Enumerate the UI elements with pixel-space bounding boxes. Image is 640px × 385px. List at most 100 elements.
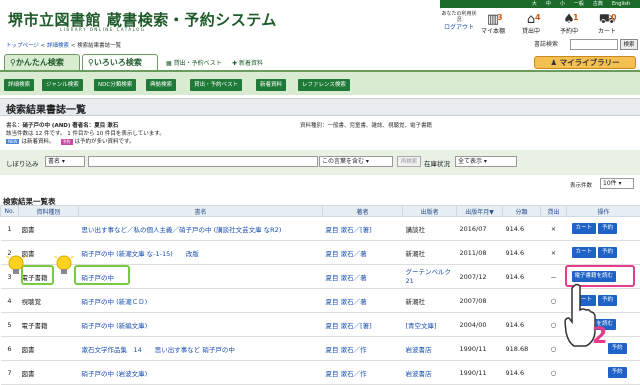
publisher-link[interactable]: [青空文庫] [403, 313, 457, 337]
my-library-button[interactable]: ♟ マイライブラリー [534, 56, 636, 69]
col-ops: 操作 [567, 206, 640, 217]
authority-search-button[interactable]: 典拠検索 [146, 79, 176, 91]
col-title[interactable]: 書名 [79, 206, 323, 217]
table-row: 2 図書 硝子戸の中 (新潮文庫 な-1-15) 改版 夏目 漱石／著 新潮社 … [1, 241, 640, 265]
book-title-link[interactable]: 思い出す事など／私の個人主義／硝子戸の中 (講談社文芸文庫 なR2) [79, 217, 323, 241]
table-row: 4 視聴覚 硝子戸の中 (新潮ＣＤ) 夏目 漱石／著 新潮社 2007/08 ○… [1, 289, 640, 313]
font-small-link[interactable]: 小 [560, 0, 565, 8]
col-avail: 貸出 [541, 206, 567, 217]
col-class[interactable]: 分類 [503, 206, 541, 217]
table-header: No. 資料種別 書名 著者 出版者 出版年月▼ 分類 貸出 操作 [1, 206, 640, 217]
page-title: 検索結果書誌一覧 [6, 101, 86, 116]
reserve-badge: 予約 [61, 139, 73, 145]
my-shelf-button[interactable]: ▥3 マイ本棚 [478, 13, 508, 35]
reserve-button[interactable]: 予約 [598, 295, 617, 306]
filter-input[interactable] [88, 156, 318, 167]
filter-field-select[interactable]: 書名 ▾ [45, 156, 85, 167]
author-link[interactable]: 夏目 漱石／[著] [323, 217, 403, 241]
title-bar [0, 98, 640, 116]
author-link[interactable]: 夏目 漱石／著 [323, 289, 403, 313]
font-medium-link[interactable]: 中 [546, 0, 551, 8]
per-page-select[interactable]: 10件 ▾ [600, 178, 634, 189]
book-title-link[interactable]: 硝子戸の中 (新潮文庫 な-1-15) 改版 [79, 241, 323, 265]
general-link[interactable]: 一般 [574, 0, 584, 8]
user-status-label: あなたの利用状況 [441, 11, 476, 23]
book-title-link[interactable]: 硝子戸の中 (新潮ＣＤ) [79, 289, 323, 313]
title-highlight [74, 265, 130, 285]
lightbulb-icon [52, 252, 76, 278]
book-icon: ▦ [166, 60, 172, 67]
publisher-link[interactable]: グーテンベルク21 [403, 265, 457, 289]
breadcrumb-detail[interactable]: 詳細検索 [47, 43, 69, 49]
user-icon: ♟ [550, 58, 557, 67]
author-link[interactable]: 夏目 漱石／作 [323, 361, 403, 385]
stock-label: 在庫状況 [424, 158, 450, 168]
logout-link[interactable]: ログアウト [440, 25, 478, 31]
publisher-link[interactable]: 岩波書店 [403, 361, 457, 385]
col-publisher[interactable]: 出版者 [403, 206, 457, 217]
cart-add-button[interactable]: カート [572, 247, 597, 258]
author-link[interactable]: 夏目 漱石／著 [323, 241, 403, 265]
new-badge: NEW [6, 139, 19, 144]
lightbulb-icon [4, 252, 28, 278]
table-row: 6 図書 漱石文学作品集 14 思い出す事など 硝子戸の中 夏目 漱石／作 岩波… [1, 337, 640, 361]
cart-icon: ⛟ [592, 13, 622, 26]
reserved-icon: ♠ [554, 13, 584, 26]
detail-search-button[interactable]: 詳細検索 [4, 79, 34, 91]
my-shelf-icon: ▥ [478, 13, 508, 26]
author-link[interactable]: 夏目 漱石／作 [323, 337, 403, 361]
best-button[interactable]: 貸出・予約ベスト [190, 79, 242, 91]
col-type[interactable]: 資料種別 [19, 206, 79, 217]
logo-subtitle: LIBRARY ONLINE CATALOG [60, 27, 146, 32]
header: 大 中 小 一般 古典 English 堺市立図書館 蔵書検索・予約システム L… [0, 0, 640, 38]
reserve-button[interactable]: 予約 [608, 343, 627, 354]
reserve-button[interactable]: 予約 [598, 247, 617, 258]
publisher-link[interactable]: 岩波書店 [403, 337, 457, 361]
cart-button[interactable]: ⛟0 カート [592, 13, 622, 35]
tab-various-search[interactable]: ⚲いろいろ検索 [82, 54, 158, 70]
table-row: 7 図書 硝子戸の中 (岩波文庫) 夏目 漱石／作 岩波書店 1990/11 9… [1, 361, 640, 385]
quick-search-button[interactable]: 検索 [620, 39, 638, 50]
tab-best[interactable]: ▦ 貸出・予約ベスト [166, 58, 222, 67]
tab-simple-search[interactable]: ⚲かんたん検索 [4, 54, 80, 70]
reserved-button[interactable]: ♠1 予約中 [554, 13, 584, 35]
per-page-label: 表示件数 [570, 181, 592, 189]
stock-select[interactable]: 全て表示 ▾ [455, 156, 517, 167]
reserve-button[interactable]: 予約 [598, 223, 617, 234]
cart-add-button[interactable]: カート [572, 223, 597, 234]
quick-search-input[interactable] [570, 39, 618, 50]
author-link[interactable]: 夏目 漱石／著 [323, 265, 403, 289]
reference-search-button[interactable]: レファレンス検索 [298, 79, 350, 91]
quick-search-label: 書誌検索 [534, 39, 558, 48]
step-number: 2 [592, 324, 607, 349]
book-title-link[interactable]: 硝子戸の中 (新編文庫) [79, 313, 323, 337]
author-link[interactable]: 夏目 漱石／[著] [323, 313, 403, 337]
match-select[interactable]: この言葉を含む ▾ [319, 156, 393, 167]
user-status: あなたの利用状況 ログアウト [440, 11, 478, 31]
classic-link[interactable]: 古典 [593, 0, 603, 8]
filter-label: しぼり込み [6, 158, 39, 168]
new-materials-button[interactable]: 新着資料 [256, 79, 286, 91]
refine-button[interactable]: 再検索 [397, 156, 421, 167]
borrowed-icon: ⌂ [516, 13, 546, 26]
search-conditions: 書名：硝子戸の中 (AND) 著者名：夏目 漱石 [6, 121, 118, 129]
book-title-link[interactable]: 硝子戸の中 (岩波文庫) [79, 361, 323, 385]
ndc-search-button[interactable]: NDC分類検索 [94, 79, 136, 91]
breadcrumb-home[interactable]: トップページ [6, 43, 39, 49]
borrowed-button[interactable]: ⌂4 貸出中 [516, 13, 546, 35]
col-date[interactable]: 出版年月▼ [457, 206, 503, 217]
genre-search-button[interactable]: ジャンル検索 [42, 79, 83, 91]
new-icon: ✚ [232, 60, 237, 67]
tab-new[interactable]: ✚ 新着資料 [232, 58, 263, 67]
material-types: 資料種別：一般書、児童書、雑誌、視聴覚、電子書籍 [300, 121, 432, 129]
col-author[interactable]: 著者 [323, 206, 403, 217]
legend: NEWは新着資料。予約は予約が多い資料です。 [6, 137, 134, 145]
reserve-button[interactable]: 予約 [608, 367, 627, 378]
breadcrumb-current: 検索結果書誌一覧 [77, 43, 121, 49]
font-large-link[interactable]: 大 [532, 0, 537, 8]
book-title-link[interactable]: 漱石文学作品集 14 思い出す事など 硝子戸の中 [79, 337, 323, 361]
english-link[interactable]: English [612, 0, 630, 8]
table-row: 5 電子書籍 硝子戸の中 (新編文庫) 夏目 漱石／[著] [青空文庫] 200… [1, 313, 640, 337]
result-count: 該当件数は 12 件です。 1 件目から 10 件目を表示しています。 [6, 129, 165, 137]
font-size-links: 大 中 小 一般 古典 English [440, 0, 640, 8]
